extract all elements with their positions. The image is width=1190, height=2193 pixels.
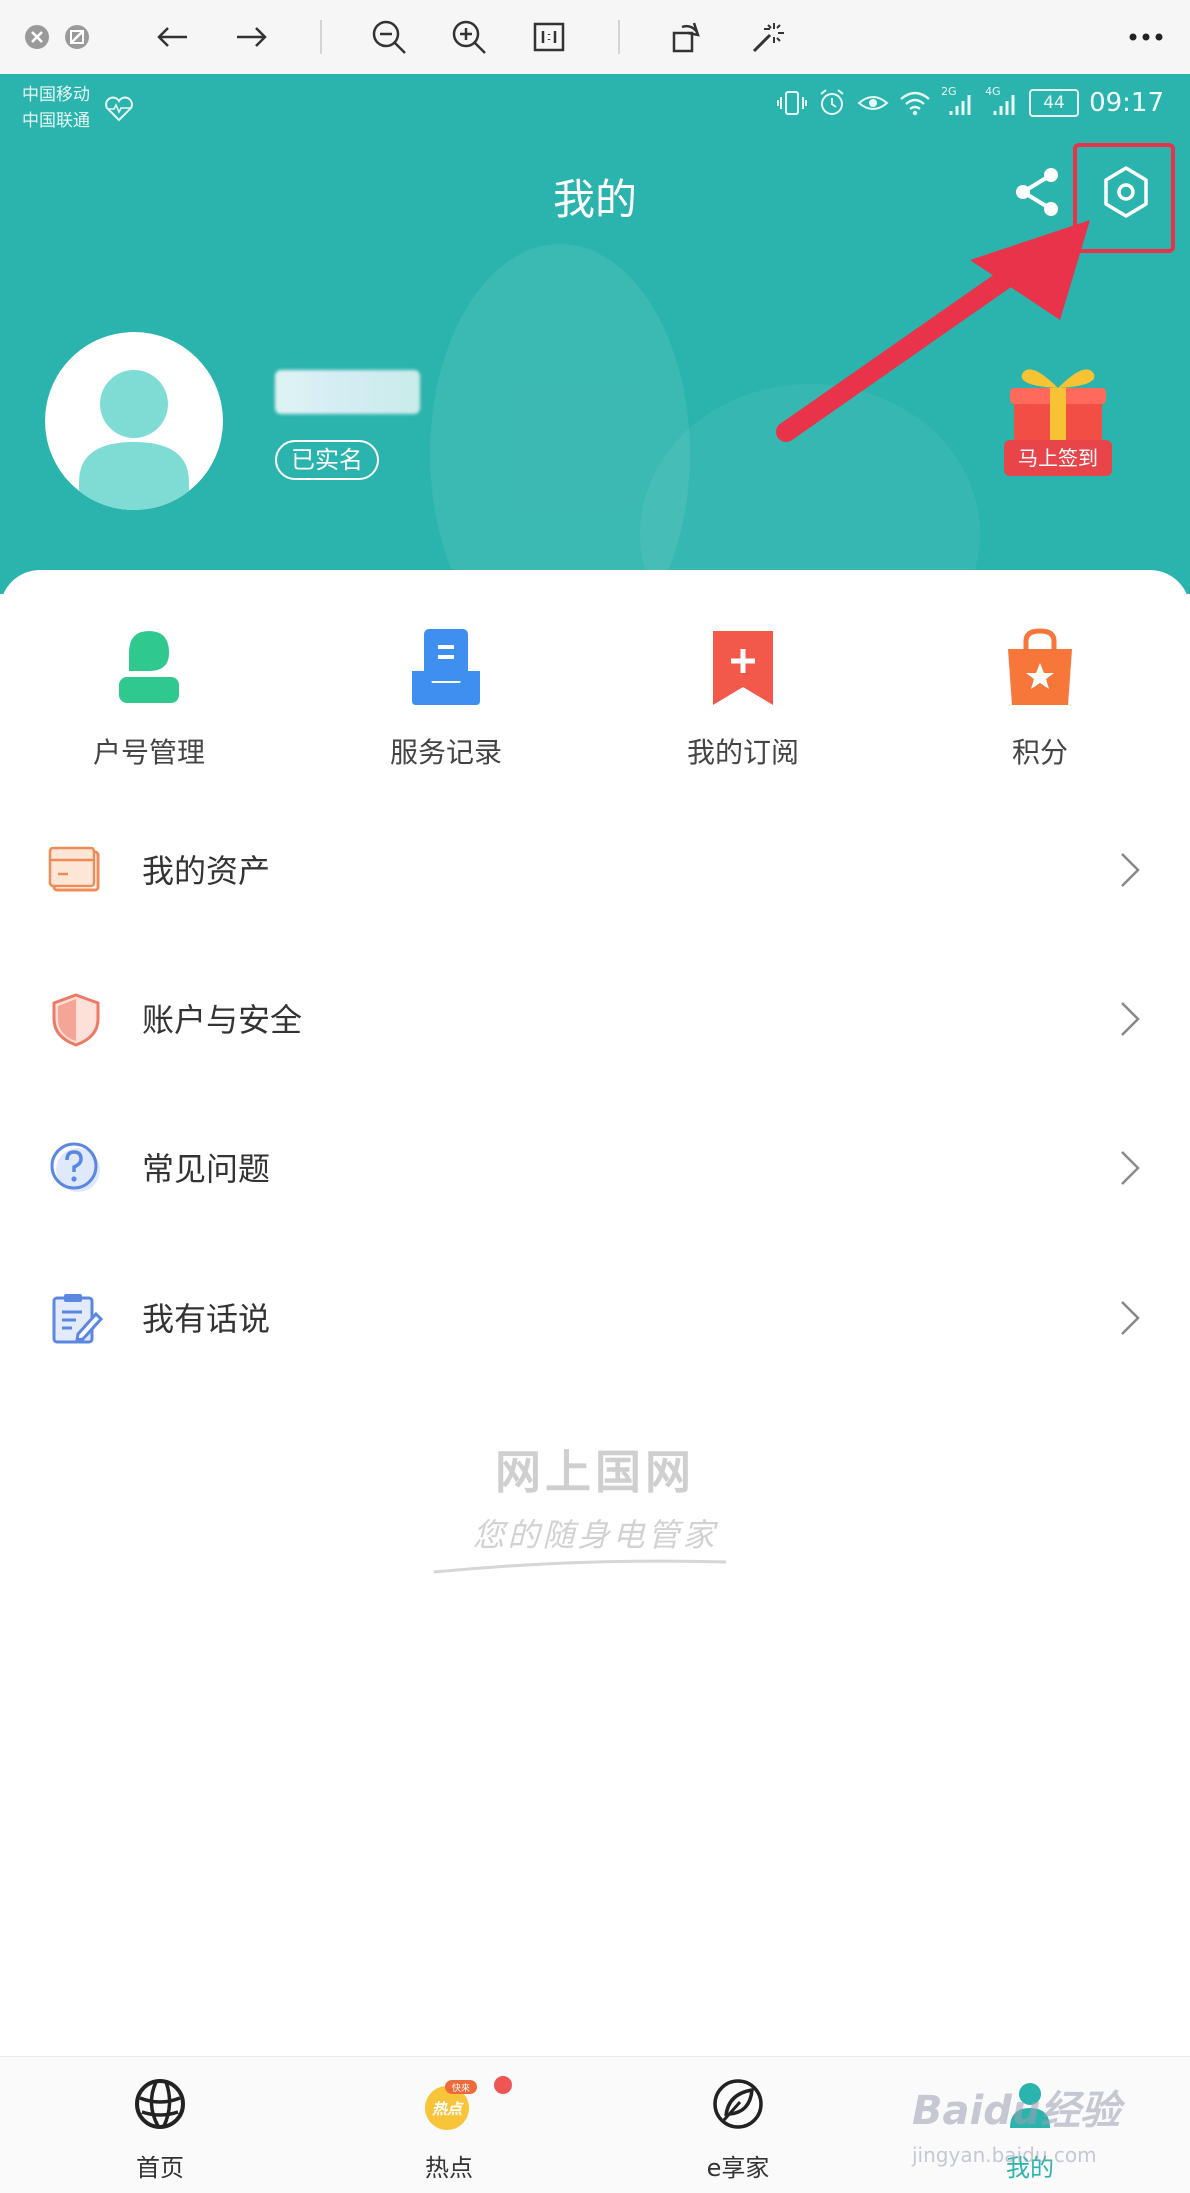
hot-icon: 快來 热点 (425, 2080, 477, 2130)
watermark-text: Baidu经验 (912, 2088, 1126, 2134)
quick-action-label: 我的订阅 (686, 736, 799, 769)
close-window-icon[interactable] (24, 14, 50, 60)
menu-label: 常见问题 (142, 1150, 271, 1188)
quick-action-service-record[interactable]: 服务记录 (346, 625, 546, 771)
points-bag-icon (1008, 628, 1072, 705)
hot-badge-top: 快來 (452, 2082, 470, 2094)
card-icon (48, 846, 100, 892)
avatar[interactable] (45, 332, 223, 510)
user-name-blurred (275, 370, 420, 414)
minimize-window-icon[interactable] (64, 14, 90, 60)
tab-label: 首页 (136, 2154, 184, 2182)
zoom-out-icon[interactable] (370, 14, 408, 60)
quick-action-account[interactable]: 户号管理 (49, 625, 249, 771)
forward-arrow-icon[interactable] (234, 14, 270, 60)
quick-action-label: 户号管理 (92, 736, 205, 769)
brand-slogan: 您的随身电管家 (472, 1516, 718, 1554)
quick-action-label: 积分 (1011, 736, 1068, 769)
baidu-watermark: Baidu经验 jingyan.baidu.com (911, 2088, 1126, 2167)
status-icons: 2G 4G 44 09:17 (777, 85, 1164, 118)
health-heart-icon (105, 96, 133, 122)
hot-badge-text: 热点 (431, 2100, 464, 2118)
clock-time: 09:17 (1089, 88, 1164, 118)
checkin-label[interactable]: 马上签到 (1004, 440, 1112, 476)
chevron-right-icon (1121, 853, 1140, 887)
menu-item-faq[interactable]: 常见问题 (0, 1118, 1190, 1218)
actual-size-icon[interactable] (532, 14, 566, 60)
back-arrow-icon[interactable] (154, 14, 190, 60)
battery-indicator: 44 (1029, 89, 1080, 117)
vibrate-icon (777, 91, 808, 115)
account-number-icon (119, 631, 179, 703)
quick-action-label: 服务记录 (389, 736, 502, 769)
tab-home[interactable]: 首页 (70, 2056, 250, 2192)
watermark-url: jingyan.baidu.com (911, 2143, 1097, 2167)
menu-item-assets[interactable]: 我的资产 (0, 820, 1190, 920)
wifi-icon (900, 91, 930, 116)
tab-label: 热点 (425, 2154, 473, 2182)
carrier-info: 中国移动 中国联通 (22, 82, 90, 134)
carrier-2: 中国联通 (22, 111, 90, 131)
globe-icon (135, 2079, 185, 2129)
status-bar: 中国移动 中国联通 2G 4G 44 09:17 (0, 74, 1190, 138)
shield-icon (52, 993, 100, 1047)
signal-2g: 2G (941, 85, 975, 117)
carrier-1: 中国移动 (22, 85, 90, 105)
brand-logo: 网上国网 您的随身电管家 (433, 1436, 750, 1574)
signal-4g: 4G (985, 85, 1019, 117)
tab-e-home[interactable]: e享家 (648, 2056, 828, 2192)
menu-item-feedback[interactable]: 我有话说 (0, 1268, 1190, 1368)
eye-comfort-icon (857, 96, 889, 110)
notification-dot (494, 2076, 512, 2094)
magic-wand-icon[interactable] (750, 14, 786, 60)
tab-hot[interactable]: 快來 热点 热点 (359, 2056, 539, 2192)
zoom-in-icon[interactable] (450, 14, 488, 60)
question-icon (50, 1142, 100, 1192)
service-record-icon (412, 629, 480, 705)
menu-label: 我有话说 (142, 1300, 271, 1338)
quick-action-subscription[interactable]: 我的订阅 (643, 625, 843, 771)
more-menu-icon[interactable] (1128, 14, 1164, 60)
e-leaf-icon (713, 2079, 763, 2129)
chevron-right-icon (1121, 1151, 1140, 1185)
brand-name: 网上国网 (495, 1445, 695, 1499)
quick-action-points[interactable]: 积分 (940, 625, 1140, 771)
menu-label: 我的资产 (142, 852, 271, 890)
chevron-right-icon (1121, 1301, 1140, 1335)
menu-label: 账户与安全 (142, 1001, 303, 1039)
verified-badge: 已实名 (275, 440, 379, 480)
rotate-icon[interactable] (670, 14, 704, 60)
subscription-icon (713, 631, 773, 705)
menu-item-security[interactable]: 账户与安全 (0, 969, 1190, 1069)
viewer-toolbar (0, 0, 1190, 75)
feedback-icon (52, 1294, 104, 1344)
alarm-icon (820, 89, 844, 115)
tab-label: e享家 (706, 2154, 770, 2182)
chevron-right-icon (1121, 1002, 1140, 1036)
